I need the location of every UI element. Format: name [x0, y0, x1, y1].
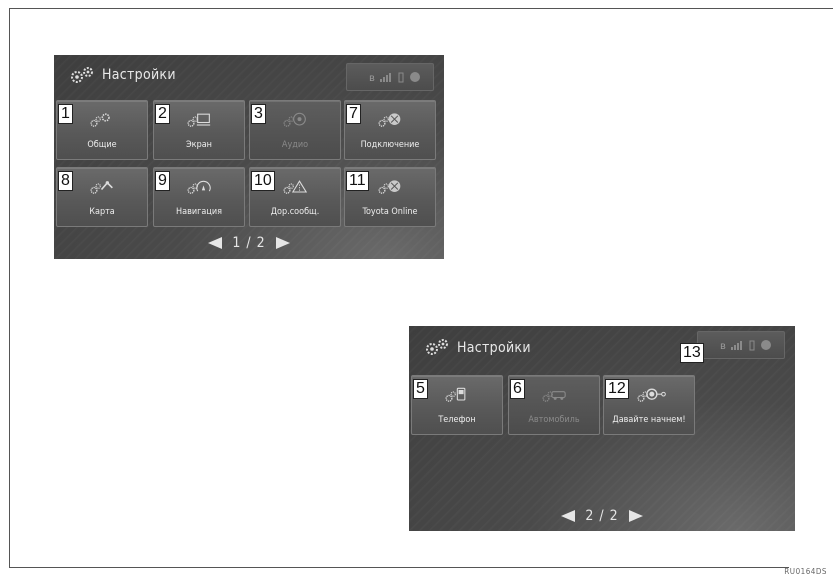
callout-number: 8: [58, 171, 73, 191]
next-page-arrow[interactable]: [628, 510, 643, 522]
page-indicator: 2 / 2: [409, 508, 795, 524]
image-code: RU0164DS: [784, 567, 827, 576]
status-bar: ʙ: [697, 331, 785, 359]
button-label: Аудио: [281, 140, 309, 150]
callout-number: 5: [413, 379, 428, 399]
next-page-arrow[interactable]: [275, 237, 290, 249]
callout-number: 2: [155, 104, 170, 124]
gears-icon: [90, 113, 110, 127]
button-label: Дор.сообщ.: [270, 207, 320, 217]
page-number: 2 / 2: [585, 508, 619, 524]
button-label: Подключение: [360, 140, 420, 150]
callout-number: 7: [346, 104, 361, 124]
settings-gears-icon: [426, 339, 448, 355]
screen-title: Настройки: [457, 340, 531, 356]
settings-screen-page-1: Настройки ʙ Общие 1 Экран 2 Аудио 3 Подключени…: [54, 55, 444, 259]
button-label: Давайте начнем!: [612, 415, 686, 425]
button-label: Автомобиль: [528, 415, 580, 425]
button-label: Общие: [87, 140, 117, 150]
button-label: Карта: [89, 207, 115, 217]
bluetooth-icon: ʙ: [369, 73, 375, 84]
get-started-icon: [637, 388, 666, 402]
frame-bottom-line: [9, 567, 789, 568]
callout-number: 9: [155, 171, 170, 191]
status-icons: ʙ: [369, 72, 420, 84]
screen-title: Настройки: [102, 67, 176, 83]
callout-number: 11: [346, 171, 369, 191]
map-icon: [90, 181, 113, 194]
connection-icon: [378, 113, 401, 127]
prev-page-arrow[interactable]: [561, 510, 576, 522]
status-bar: ʙ: [346, 63, 434, 91]
settings-screen-page-2: Настройки ʙ 13 Телефон 5 Автомобиль 6 Давайт…: [409, 326, 795, 531]
bluetooth-icon: ʙ: [720, 341, 726, 352]
traffic-icon: [283, 180, 308, 194]
frame-top-line: [9, 8, 833, 9]
callout-number: 10: [251, 171, 275, 191]
frame-left-line: [9, 8, 10, 568]
button-label: Экран: [186, 140, 212, 150]
settings-gears-icon: [71, 67, 93, 83]
audio-icon: [283, 112, 306, 127]
prev-page-arrow[interactable]: [208, 237, 223, 249]
page-number: 1 / 2: [232, 235, 266, 251]
phone-icon: [445, 387, 466, 402]
status-icons: ʙ: [720, 340, 771, 352]
callout-number: 3: [251, 104, 266, 124]
navigation-icon: [187, 180, 211, 194]
callout-number: 6: [510, 379, 525, 399]
callout-number: 13: [680, 343, 704, 363]
button-label: Навигация: [176, 207, 222, 217]
callout-number: 12: [605, 379, 629, 399]
button-label: Телефон: [438, 415, 476, 425]
page-indicator: 1 / 2: [54, 235, 444, 251]
callout-number: 1: [58, 104, 73, 124]
online-icon: [378, 180, 401, 194]
button-label: Toyota Online: [362, 207, 418, 217]
vehicle-icon: [542, 391, 566, 402]
display-icon: [187, 113, 211, 127]
